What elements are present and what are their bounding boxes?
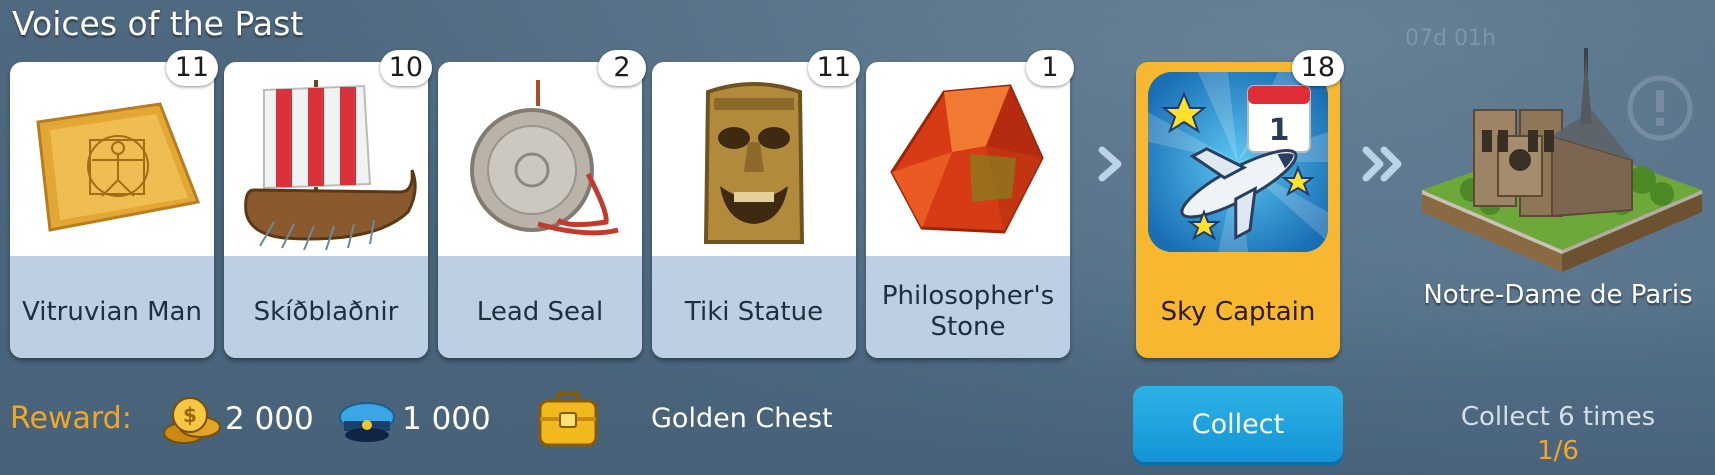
collection-title: Voices of the Past: [12, 4, 304, 43]
collect-button[interactable]: Collect: [1133, 386, 1343, 462]
landmark-label: Notre-Dame de Paris: [1423, 280, 1693, 310]
badge-count: 18: [1291, 50, 1344, 86]
item-label: Lead Seal: [438, 256, 642, 358]
item-card-vitruvian-man[interactable]: 11 Vitruvian Man: [10, 50, 218, 358]
chevron-right-icon: [1098, 146, 1122, 182]
reward-caps-value: 1 000: [402, 401, 491, 437]
item-card-tiki-statue[interactable]: 11 Tiki Statue: [652, 50, 860, 358]
lead-seal-icon: [438, 62, 642, 256]
airplane-badge-icon: 1: [1148, 72, 1328, 252]
badge-label: Sky Captain: [1160, 297, 1316, 327]
tiki-statue-icon: [652, 62, 856, 256]
svg-text:$: $: [183, 403, 197, 427]
parchment-icon: [10, 62, 214, 256]
captain-cap-icon: [339, 402, 395, 442]
item-label: Philosopher's Stone: [866, 256, 1070, 358]
item-card-lead-seal[interactable]: 2 Lead Seal: [438, 50, 646, 358]
reward-coins-value: 2 000: [225, 401, 314, 437]
golden-chest-icon: [538, 391, 598, 447]
gold-coins-icon: $: [163, 397, 221, 444]
reward-row: Reward: $ 2 000 1 000 Golden Chest: [10, 391, 870, 447]
item-count-badge: 1: [1026, 50, 1074, 86]
item-label: Vitruvian Man: [10, 256, 214, 358]
progress-description: Collect 6 times: [1460, 402, 1656, 432]
item-card-philosophers-stone[interactable]: 1 Philosopher's Stone: [866, 50, 1074, 358]
red-crystal-icon: [866, 62, 1070, 256]
reward-chest-label: Golden Chest: [651, 403, 833, 434]
double-chevron-right-icon: [1362, 146, 1402, 182]
item-count-badge: 11: [807, 50, 860, 86]
item-count-badge: 2: [598, 50, 646, 86]
badge-card-sky-captain[interactable]: 1 18 Sky Captain: [1136, 50, 1344, 358]
reward-label: Reward:: [10, 401, 132, 436]
calendar-day: 1: [1269, 113, 1290, 148]
notre-dame-icon: [1422, 48, 1702, 272]
viking-ship-icon: [224, 62, 428, 256]
item-label: Tiki Statue: [652, 256, 856, 358]
item-count-badge: 11: [165, 50, 218, 86]
item-card-skidbladnir[interactable]: 10 Skíðblaðnir: [224, 50, 432, 358]
progress-count: 1/6: [1537, 436, 1579, 466]
item-label: Skíðblaðnir: [224, 256, 428, 358]
item-count-badge: 10: [379, 50, 432, 86]
